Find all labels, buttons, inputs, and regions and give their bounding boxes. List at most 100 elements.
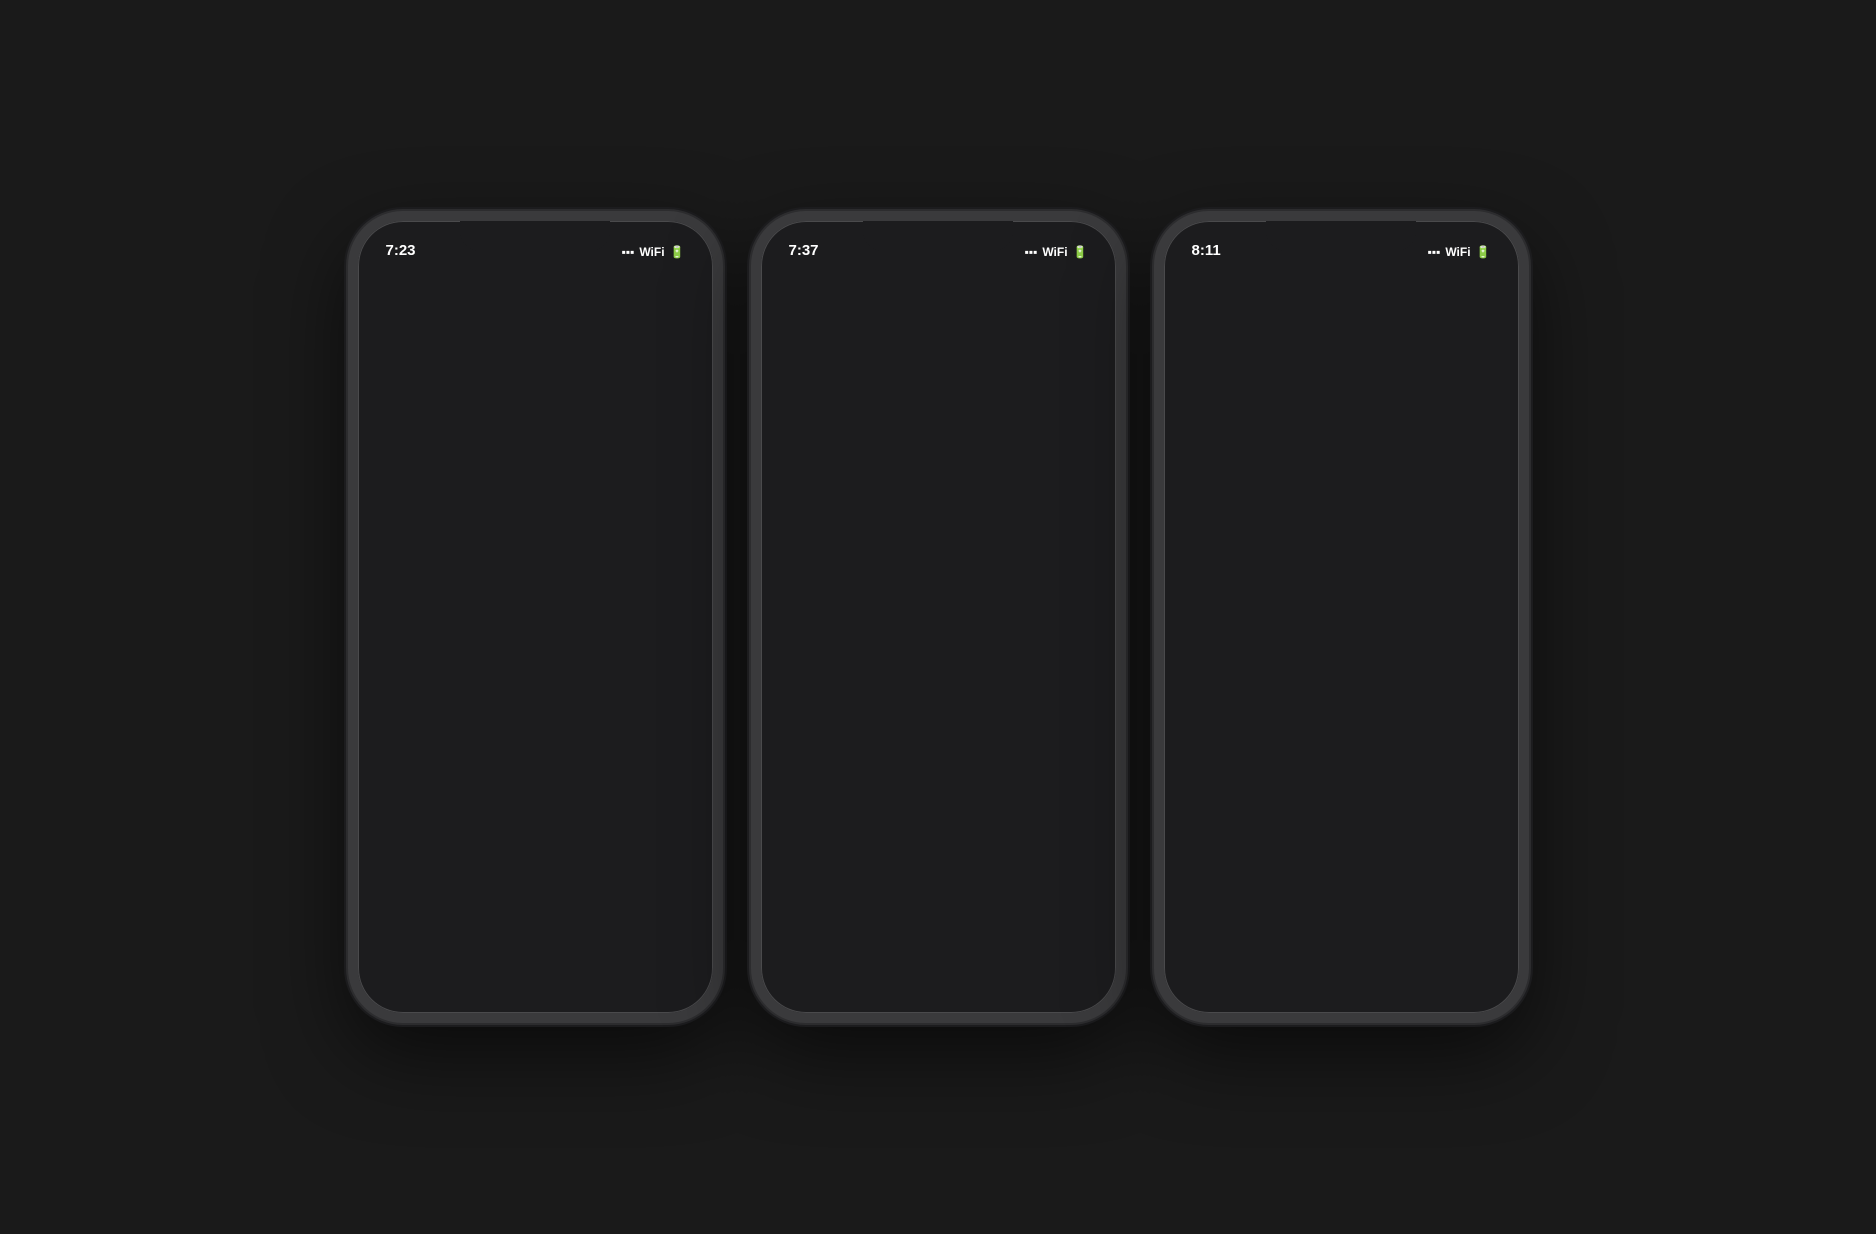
p2-app-camera[interactable]: 📷 Camera [862,540,930,615]
p2-notes-icon[interactable] [950,662,1010,722]
p2-app-translate[interactable]: A文 Translate [946,453,1014,528]
p3-app-notes[interactable]: Notes [1182,766,1250,841]
p2-mail-icon[interactable] [871,930,931,990]
p3-home-icon[interactable]: 🏠 [1437,679,1497,739]
slack-icon[interactable]: # [547,437,607,497]
reminders-icon[interactable] [631,524,691,584]
maps-icon[interactable]: 🗺 [379,437,439,497]
p3-dock-phone[interactable]: 📞 [1423,930,1483,990]
p2-translate-icon[interactable]: A文 [950,453,1010,513]
safari-icon[interactable] [542,930,602,990]
p2-maps-icon[interactable]: 🗺 [782,453,842,513]
p3-maps-icon[interactable]: 🗺 [1378,273,1438,333]
app-calendar-1[interactable]: MON 22 Calendar [459,698,527,773]
p3-app-camera[interactable]: 📷 Camera [1265,679,1333,754]
dock-mail[interactable] [468,930,528,990]
p3-app-home[interactable]: 🏠 Home [1433,679,1501,754]
podcasts-widget[interactable]: 1H 47M LEFT Ali Abdaal 🎙 Podcasts [779,627,931,775]
p3-app-settings[interactable]: ⚙️ Settings [1446,356,1506,431]
p3-youtube-icon[interactable] [1446,273,1506,333]
p2-reminders-icon[interactable] [1034,662,1094,722]
p2-dock-phone[interactable]: 📞 [1020,930,1080,990]
music-thumb-3[interactable]: ESSENTIALS [942,349,1008,409]
music-thumb-1[interactable] [795,349,861,409]
dock-messages[interactable] [393,930,453,990]
p2-app-home[interactable]: 🏠 Home [1030,540,1098,615]
p2-camera-icon[interactable]: 📷 [866,540,926,600]
dock-safari[interactable] [542,930,602,990]
messages-icon[interactable] [393,930,453,990]
p2-home-icon[interactable]: 🏠 [1034,540,1094,600]
youtube-icon[interactable] [463,437,523,497]
weather-widget[interactable]: 80° Intensity ⬆ ☁ Expect rain inthe next… [376,273,695,405]
app-notes[interactable]: Notes [543,524,611,599]
music-widget[interactable]: ART The New Abnormal The Strokes ♪ AMYSH… [779,273,1098,423]
notes-icon[interactable] [547,524,607,584]
p2-dock-messages[interactable] [796,930,856,990]
p2-clock-icon[interactable] [950,787,1010,847]
calendar-widget[interactable]: WWDC No more events today JUNE S M T W T… [1182,455,1501,649]
p3-slack-icon[interactable]: # [1185,679,1245,739]
p2-youtube-icon[interactable] [866,453,926,513]
app-slack[interactable]: # Slack [543,437,611,512]
app-photos[interactable]: Photos [376,611,444,686]
camera-icon[interactable]: 📷 [631,437,691,497]
p3-app-calendar[interactable]: MON 22 Calendar [1433,766,1501,841]
p3-messages-icon[interactable] [1199,930,1259,990]
p2-app-photos[interactable]: Photos [946,540,1014,615]
p2-dock-safari[interactable] [945,930,1005,990]
p2-app-calendar[interactable]: MON 22 Calendar [1030,787,1098,862]
p3-phone-icon[interactable]: 📞 [1423,930,1483,990]
p3-mail-icon[interactable] [1274,930,1334,990]
p3-settings-icon[interactable]: ⚙️ [1446,356,1506,416]
p2-app-slack[interactable]: # Slack [779,540,847,615]
p2-app-settings[interactable]: ⚙️ Settings [1030,453,1098,528]
p3-clock-icon[interactable] [1353,766,1413,826]
p2-app-clock[interactable]: Clock [946,787,1014,862]
app-clock-1[interactable]: Clock [376,698,444,773]
app-maps[interactable]: 🗺 Maps [376,437,444,512]
p3-dock-mail[interactable] [1274,930,1334,990]
app-settings[interactable]: ⚙️ Settings [459,524,527,599]
p3-photos-icon[interactable] [1353,679,1413,739]
photos-icon[interactable] [379,611,439,671]
p2-settings-icon[interactable]: ⚙️ [1034,453,1094,513]
calendar-icon[interactable]: MON 22 [463,698,523,758]
p3-app-slack[interactable]: # Slack [1182,679,1250,754]
p3-app-reminders[interactable]: Reminders [1265,766,1333,841]
p3-notes-icon[interactable] [1185,766,1245,826]
p3-dock-messages[interactable] [1199,930,1259,990]
music-small-widget[interactable]: 🎵 The New Abnormal The Strokes ♪ [543,611,695,686]
p2-photos-icon[interactable] [950,540,1010,600]
p3-app-translate[interactable]: A文 Translate [1378,356,1438,431]
p3-calendar-icon[interactable]: MON 22 [1437,766,1497,826]
p3-translate-icon[interactable]: A文 [1378,356,1438,416]
p2-app-youtube[interactable]: YouTube [862,453,930,528]
music-thumb-2[interactable]: AMYSHARK [868,349,934,409]
settings-icon[interactable]: ⚙️ [463,524,523,584]
p2-safari-icon[interactable] [945,930,1005,990]
p2-app-notes[interactable]: Notes [946,662,1014,737]
app-reminders[interactable]: Reminders [627,524,695,599]
translate-icon[interactable]: A文 [379,524,439,584]
phone-icon[interactable]: 📞 [617,930,677,990]
p2-dock-mail[interactable] [871,930,931,990]
p2-phone-icon[interactable]: 📞 [1020,930,1080,990]
clock-icon[interactable] [379,698,439,758]
home-icon[interactable]: 🏠 [463,611,523,671]
p3-app-maps[interactable]: 🗺 Maps [1378,273,1438,348]
p3-app-youtube[interactable]: YouTube [1446,273,1506,348]
p3-reminders-icon[interactable] [1269,766,1329,826]
p2-messages-icon[interactable] [796,930,856,990]
p2-calendar-icon[interactable]: MON 22 [1034,787,1094,847]
dock-phone[interactable]: 📞 [617,930,677,990]
batteries-widget[interactable]: 📱 🖱️ [1200,281,1348,425]
p3-app-clock[interactable]: Clock [1349,766,1417,841]
batteries-widget-wrap[interactable]: 📱 🖱️ [1182,273,1366,447]
p3-app-photos[interactable]: Photos [1349,679,1417,754]
p3-dock-safari[interactable] [1348,930,1408,990]
mail-icon[interactable] [468,930,528,990]
app-camera[interactable]: 📷 Camera [627,437,695,512]
p3-camera-icon[interactable]: 📷 [1269,679,1329,739]
p3-calendar-wrap[interactable]: WWDC No more events today JUNE S M T W T… [1164,455,1519,671]
